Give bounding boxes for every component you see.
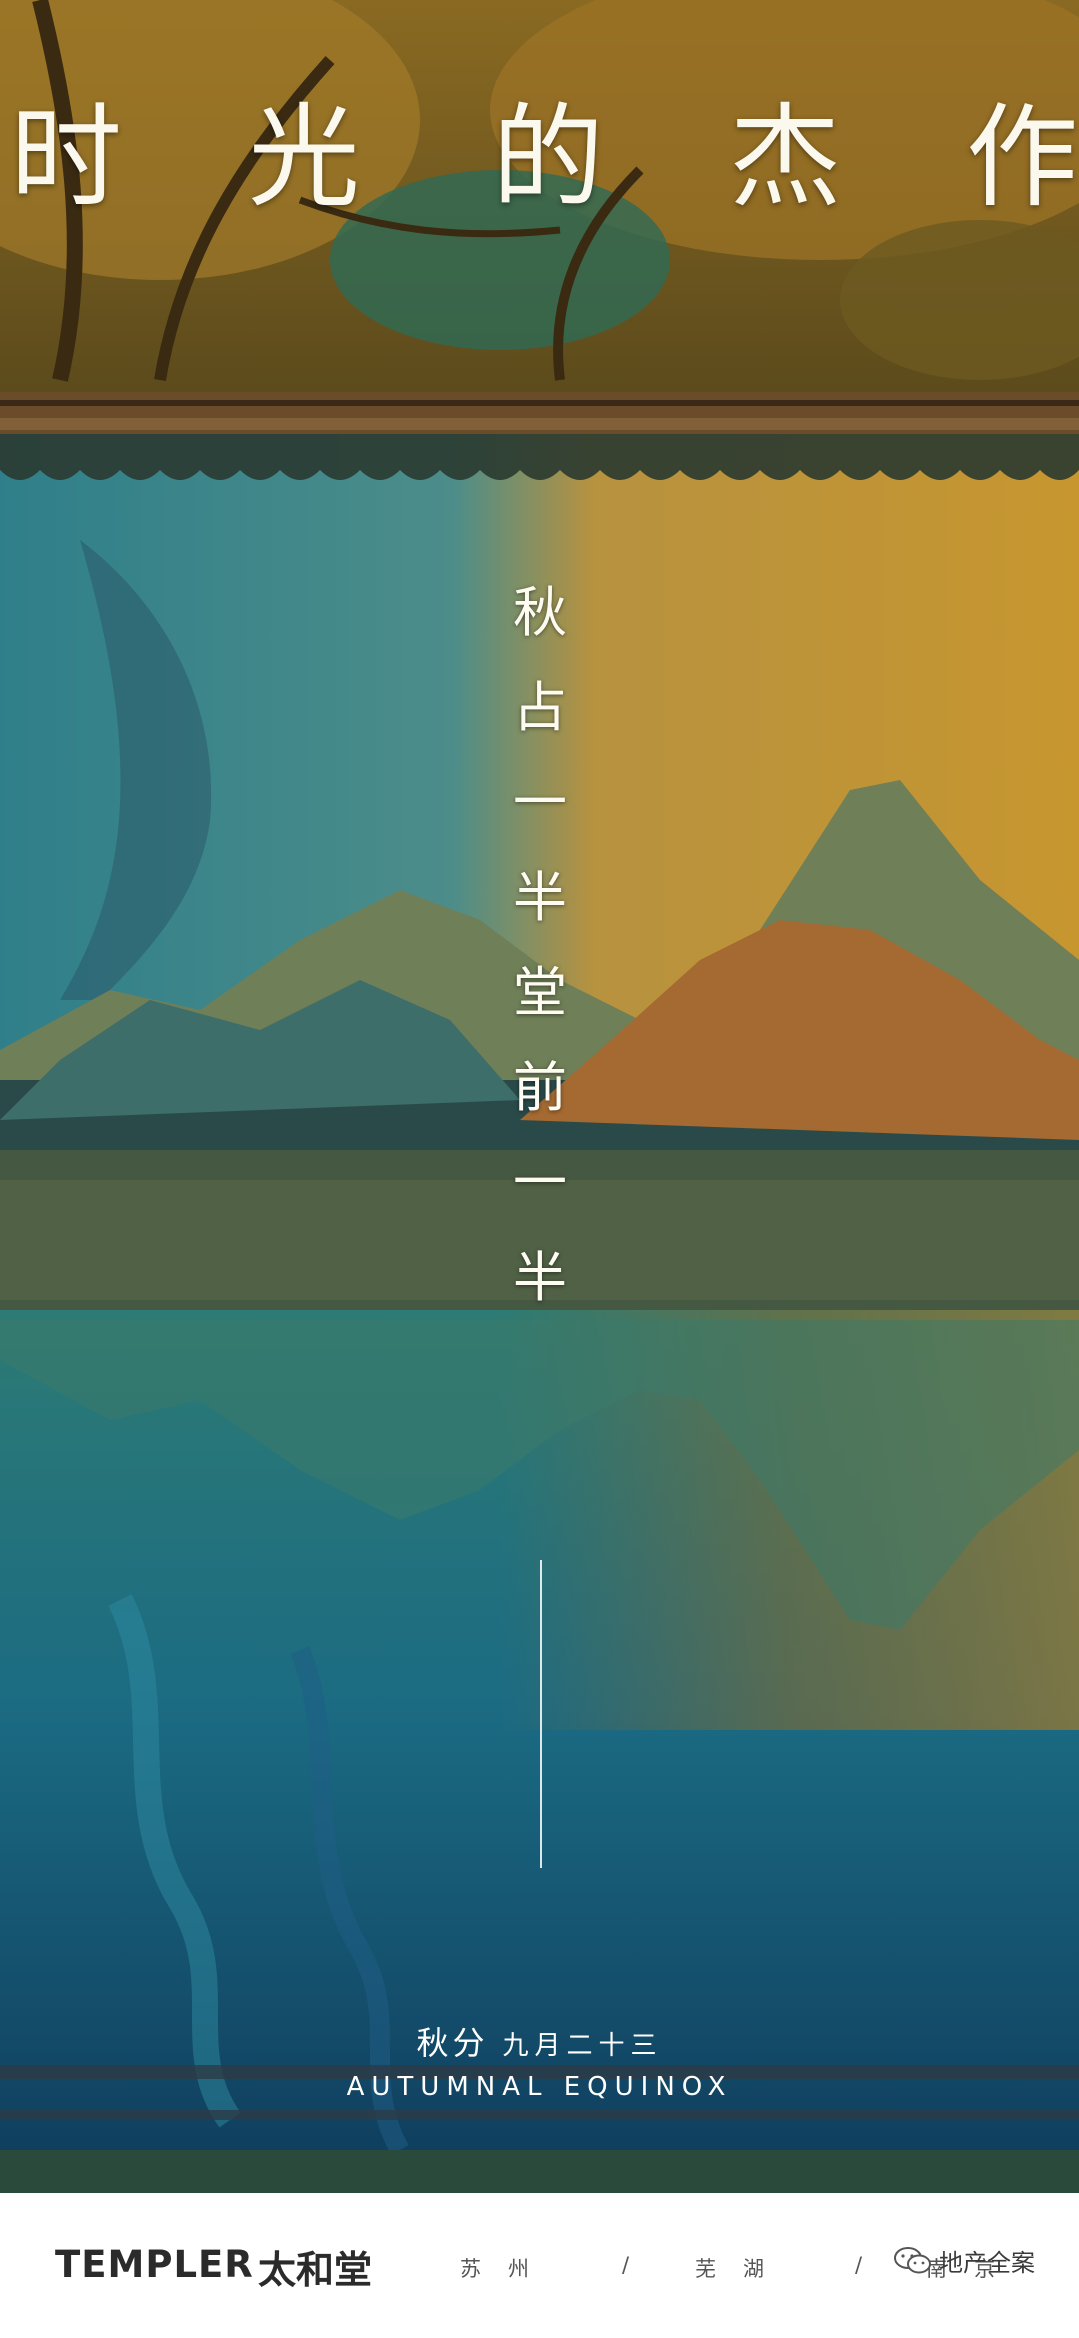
city-char: 苏	[460, 2257, 481, 2281]
city-char: 州	[508, 2257, 529, 2281]
slogan-char: 半	[513, 866, 567, 929]
brand-logo-cn: 太和堂	[258, 2247, 373, 2292]
title-char: 作	[966, 93, 1078, 223]
solar-term: 秋分	[416, 2024, 489, 2062]
city-char: 芜	[695, 2257, 716, 2281]
poster-title: 时 光 的 杰 作	[0, 88, 1079, 228]
english-subtitle: AUTUMNAL EQUINOX	[346, 2072, 733, 2102]
wechat-icon	[894, 2246, 931, 2273]
date-text: 九月二十三	[502, 2031, 663, 2061]
poster: 时 光 的 杰 作 秋 占 一 半 堂 前 一 半 秋分 九月二十三 AUTUMN…	[0, 0, 1079, 2193]
city-separator: /	[622, 2253, 630, 2277]
date-line: 秋分 九月二十三	[0, 2018, 1079, 2064]
title-char: 时	[10, 93, 122, 223]
title-char: 光	[248, 93, 360, 223]
slogan-char: 一	[513, 1151, 567, 1214]
slogan-char: 前	[513, 1056, 567, 1119]
footer-bar: TEMPLER 太和堂 苏 州 / 芜 湖 / 南 京 地产全案	[0, 2193, 1079, 2338]
slogan-char: 秋	[513, 581, 567, 644]
city-char: 湖	[743, 2257, 764, 2281]
city-separator: /	[855, 2253, 863, 2277]
brand-logo-en: TEMPLER	[55, 2243, 254, 2286]
slogan-char: 堂	[513, 961, 567, 1024]
title-char: 的	[492, 93, 604, 223]
slogan-char: 一	[513, 771, 567, 834]
watermark-text: 地产全案	[939, 2249, 1035, 2277]
slogan-char: 占	[513, 676, 567, 739]
vertical-slogan: 秋 占 一 半 堂 前 一 半	[512, 565, 568, 1325]
slogan-char: 半	[513, 1246, 567, 1309]
title-char: 杰	[729, 93, 841, 223]
divider-line	[540, 1560, 542, 1868]
watermark: 地产全案	[893, 2243, 1035, 2278]
